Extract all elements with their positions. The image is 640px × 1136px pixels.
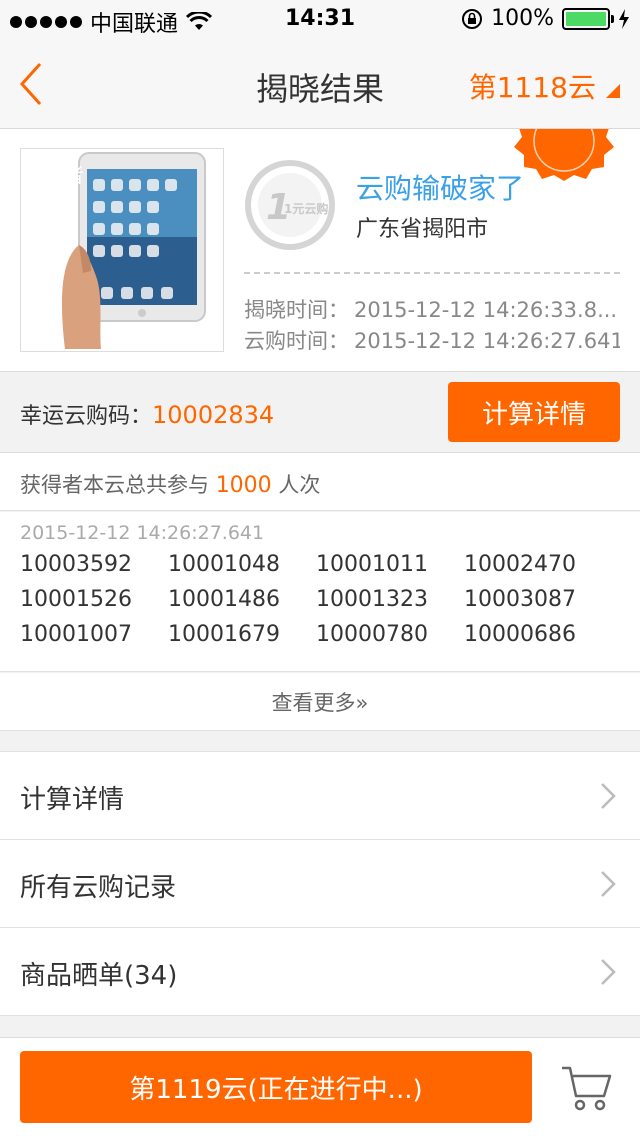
cart-icon[interactable] [560, 1064, 612, 1112]
purchase-time-label: 云购时间： [244, 329, 349, 353]
battery-percent: 100% [491, 6, 554, 31]
list-item-label: 计算详情 [20, 785, 125, 815]
calculation-details-button[interactable]: 计算详情 [448, 382, 620, 442]
purchase-code: 10002470 [464, 552, 576, 577]
purchase-time-value: 2015-12-12 14:26:27.641 [354, 329, 620, 353]
winner-location: 广东省揭阳市 [356, 217, 489, 242]
participation-summary: 获得者本云总共参与 1000 人次 [0, 453, 640, 511]
purchase-code: 10003087 [464, 587, 576, 612]
dropdown-triangle-icon [606, 84, 620, 98]
charging-icon [619, 8, 629, 29]
codes-timestamp: 2015-12-12 14:26:27.641 [20, 522, 265, 544]
purchase-codes: 2015-12-12 14:26:27.641 10003592 1000104… [0, 512, 640, 672]
lucky-code-label: 幸运云购码： [20, 404, 153, 429]
orientation-lock-icon [462, 8, 483, 29]
period-label: 第1118云 [468, 71, 596, 104]
list-item-calculation-details[interactable]: 计算详情 [0, 752, 640, 840]
purchase-code: 10001323 [316, 587, 428, 612]
winner-badge [514, 129, 614, 181]
reveal-time-row: 揭晓时间： 2015-12-12 14:26:33.8... [244, 294, 620, 324]
purchase-code: 10001486 [168, 587, 280, 612]
chevron-right-icon [601, 959, 616, 985]
purchase-code: 10001526 [20, 587, 132, 612]
participation-count: 1000 [215, 473, 272, 498]
purchase-code: 10001048 [168, 552, 280, 577]
lucky-code-value: 10002834 [152, 401, 275, 429]
battery-icon [562, 7, 614, 30]
purchase-code: 10003592 [20, 552, 132, 577]
purchase-code: 10001007 [20, 622, 132, 647]
purchase-code: 10000780 [316, 622, 428, 647]
winner-badge-label: 获得者 [24, 163, 84, 187]
list-item-label: 商品晒单(34) [20, 961, 178, 991]
purchase-time-row: 云购时间： 2015-12-12 14:26:27.641 [244, 325, 620, 355]
lucky-code-row: 幸运云购码：10002834 计算详情 [0, 371, 640, 453]
dashed-divider [244, 272, 620, 274]
list-item-product-reviews[interactable]: 商品晒单(34) [0, 928, 640, 1016]
bottom-bar: 第1119云(正在进行中...) [0, 1037, 640, 1136]
nav-bar: 揭晓结果 第1118云 [0, 40, 640, 129]
participation-prefix: 获得者本云总共参与 [20, 473, 209, 497]
avatar-logo-text: 1元云购 [284, 201, 328, 216]
winner-name[interactable]: 云购输破家了 [356, 167, 524, 207]
participation-text: 获得者本云总共参与 1000 人次 [20, 469, 320, 499]
chevron-right-icon [601, 871, 616, 897]
purchase-code: 10001679 [168, 622, 280, 647]
purchase-code: 10000686 [464, 622, 576, 647]
detail-links-list: 计算详情 所有云购记录 商品晒单(34) [0, 751, 640, 1016]
codes-grid: 10003592 10001048 10001011 10002470 1000… [20, 552, 620, 647]
status-bar: 中国联通 14:31 100% [0, 0, 640, 40]
product-card: 获得者 1 1元云购 云购输破家了 广东省揭阳市 揭晓时间： 2015-12-12… [0, 129, 640, 371]
status-right: 100% [461, 6, 630, 31]
lucky-code-text: 幸运云购码：10002834 [20, 398, 274, 430]
chevron-right-icon [601, 783, 616, 809]
period-selector[interactable]: 第1118云 [469, 66, 620, 106]
view-more-button[interactable]: 查看更多» [0, 673, 640, 731]
join-next-period-button[interactable]: 第1119云(正在进行中...) [20, 1051, 532, 1123]
reveal-time-label: 揭晓时间： [244, 298, 349, 322]
participation-suffix: 人次 [278, 473, 321, 497]
purchase-code: 10001011 [316, 552, 428, 577]
reveal-time-value: 2015-12-12 14:26:33.8... [354, 298, 618, 322]
list-item-all-records[interactable]: 所有云购记录 [0, 840, 640, 928]
list-item-label: 所有云购记录 [20, 873, 177, 903]
winner-avatar[interactable]: 1 1元云购 [244, 159, 336, 251]
